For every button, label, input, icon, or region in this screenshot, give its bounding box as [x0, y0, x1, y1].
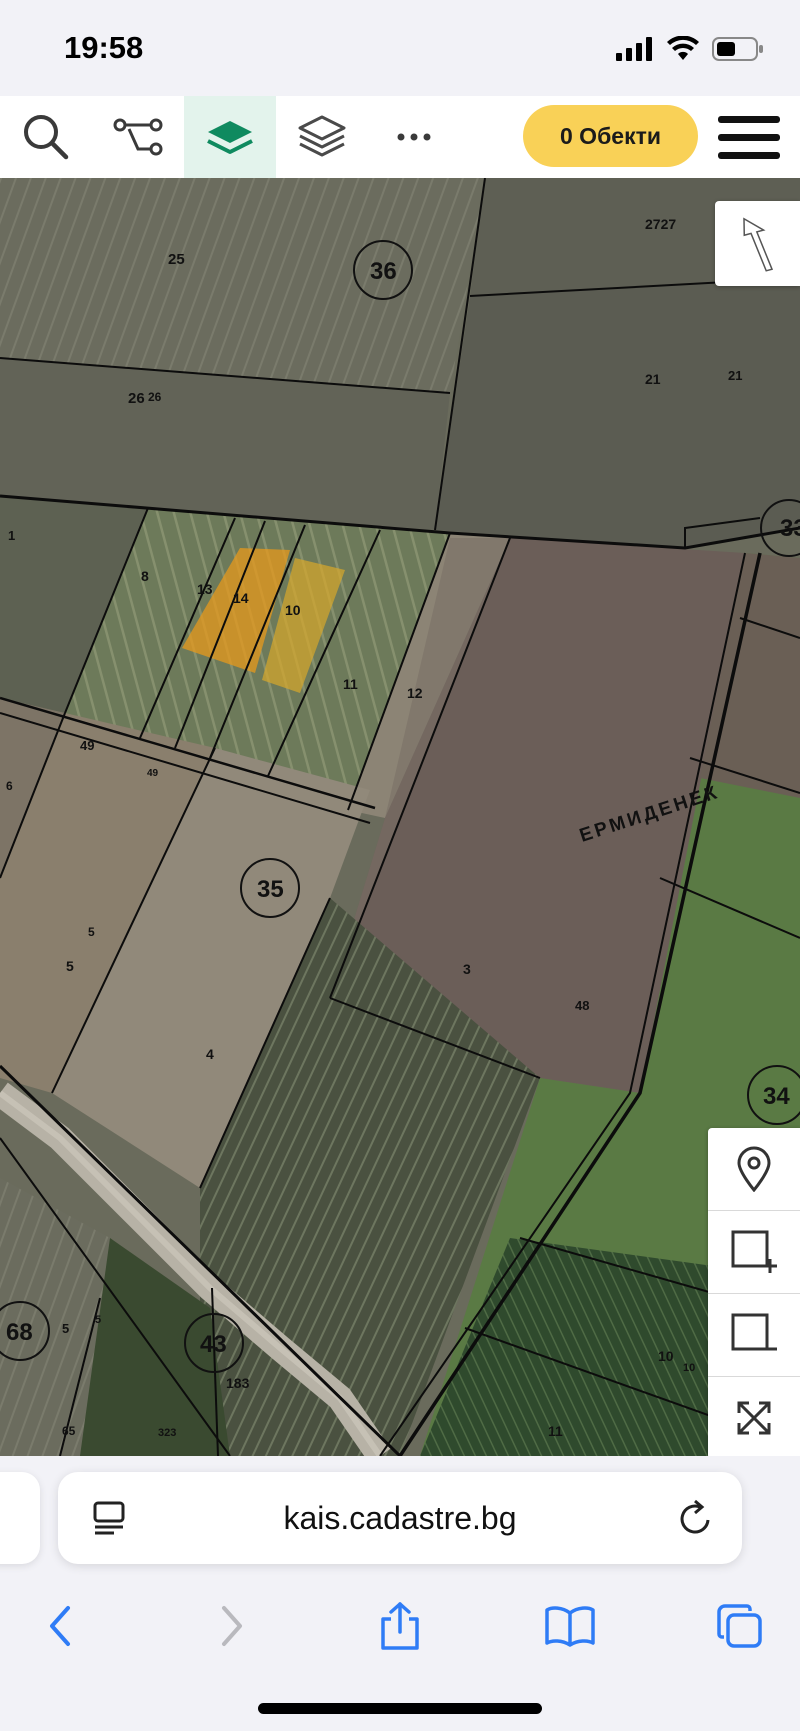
- north-arrow-button[interactable]: [715, 201, 800, 286]
- active-layer-button[interactable]: [184, 96, 276, 178]
- share-icon: [381, 1602, 419, 1650]
- parcel-label: 21: [728, 368, 742, 383]
- menu-line: [718, 134, 780, 141]
- parcel-label: 12: [407, 685, 423, 701]
- tabs-icon: [717, 1604, 762, 1648]
- parcel-label: 2727: [645, 216, 676, 232]
- block-label: 68: [6, 1319, 33, 1346]
- hamburger-menu-button[interactable]: [712, 110, 786, 164]
- parcel-label: 49: [80, 738, 94, 753]
- parcel-label: 5: [66, 958, 74, 974]
- block-label: 43: [200, 1331, 227, 1358]
- fullscreen-button[interactable]: [708, 1377, 800, 1456]
- parcel-label: 13: [197, 581, 213, 597]
- back-button[interactable]: [20, 1586, 100, 1666]
- layers-button[interactable]: [276, 96, 368, 178]
- parcel-label: 10: [683, 1362, 695, 1374]
- parcel-label: 5: [95, 1314, 101, 1326]
- layers-active-icon: [207, 121, 253, 154]
- objects-button[interactable]: 0 Обекти: [523, 105, 698, 167]
- parcel-label: 4: [206, 1046, 214, 1062]
- parcel-label: 5: [62, 1321, 69, 1336]
- field-21: [435, 278, 800, 548]
- cellular-signal-icon: [616, 37, 652, 61]
- parcel-label: 183: [226, 1375, 250, 1391]
- parcel-label: 6: [6, 779, 13, 793]
- browser-nav-row: [0, 1586, 800, 1666]
- safari-bottom-bar: kais.cadastre.bg: [0, 1456, 800, 1731]
- add-area-icon: [731, 1230, 777, 1273]
- cadastral-map[interactable]: 25 36 2727 26 26 21 21 33 1 8 13 14 10 1…: [0, 178, 800, 1456]
- remove-area-icon: [731, 1313, 777, 1351]
- bookmarks-button[interactable]: [530, 1586, 610, 1666]
- parcel-label: 10: [658, 1348, 674, 1364]
- forward-icon: [222, 1606, 242, 1646]
- address-bar[interactable]: kais.cadastre.bg: [58, 1472, 742, 1564]
- route-icon: [113, 118, 163, 156]
- search-icon: [24, 115, 69, 160]
- parcel-label: 21: [645, 371, 661, 387]
- parcel-label: 48: [575, 998, 589, 1013]
- parcel-label: 14: [233, 590, 249, 606]
- parcel-label: 5: [88, 925, 95, 939]
- status-icons: [616, 36, 764, 62]
- block-label: 36: [370, 258, 397, 285]
- back-icon: [50, 1606, 70, 1646]
- map-controls: [708, 1128, 800, 1456]
- parcel-label: 8: [141, 568, 149, 584]
- block-label: 34: [763, 1083, 790, 1110]
- forward-button[interactable]: [192, 1586, 272, 1666]
- more-icon: [397, 133, 431, 141]
- more-button[interactable]: [368, 96, 460, 178]
- parcel-label: 25: [168, 251, 185, 268]
- bookmarks-icon: [545, 1606, 595, 1647]
- parcel-label: 10: [285, 602, 301, 618]
- parcel-label: 65: [62, 1424, 76, 1438]
- route-button[interactable]: [92, 96, 184, 178]
- menu-line: [718, 116, 780, 123]
- status-bar: 19:58: [0, 0, 800, 96]
- north-arrow-icon: [742, 216, 773, 272]
- parcel-label: 11: [343, 676, 358, 692]
- url-text: kais.cadastre.bg: [283, 1500, 517, 1536]
- status-time: 19:58: [64, 30, 144, 65]
- map-toolbar: 0 Обекти: [0, 96, 800, 179]
- add-area-button[interactable]: [708, 1211, 800, 1294]
- remove-area-button[interactable]: [708, 1294, 800, 1377]
- previous-tab-preview[interactable]: [0, 1472, 40, 1564]
- parcel-label: 11: [548, 1423, 563, 1439]
- parcel-label: 323: [158, 1427, 176, 1439]
- search-button[interactable]: [0, 96, 92, 178]
- parcel-label: 1: [8, 528, 15, 543]
- satellite-map-image: 25 36 2727 26 26 21 21 33 1 8 13 14 10 1…: [0, 178, 800, 1456]
- field-25: [0, 178, 485, 393]
- home-indicator[interactable]: [258, 1703, 542, 1714]
- parcel-label: 26: [148, 390, 162, 404]
- layers-icon: [298, 115, 346, 157]
- parcel-label: 3: [463, 961, 471, 977]
- share-button[interactable]: [360, 1586, 440, 1666]
- reload-icon[interactable]: [678, 1498, 714, 1536]
- battery-icon: [712, 37, 763, 61]
- block-label: 33: [780, 515, 800, 542]
- menu-line: [718, 152, 780, 159]
- wifi-icon: [667, 36, 699, 60]
- parcel-label: 49: [147, 768, 159, 779]
- location-pin-icon: [737, 1146, 771, 1192]
- fullscreen-icon: [737, 1401, 771, 1435]
- parcel-label: 26: [128, 390, 145, 407]
- tabs-button[interactable]: [700, 1586, 780, 1666]
- block-label: 35: [257, 876, 284, 903]
- locate-me-button[interactable]: [708, 1128, 800, 1211]
